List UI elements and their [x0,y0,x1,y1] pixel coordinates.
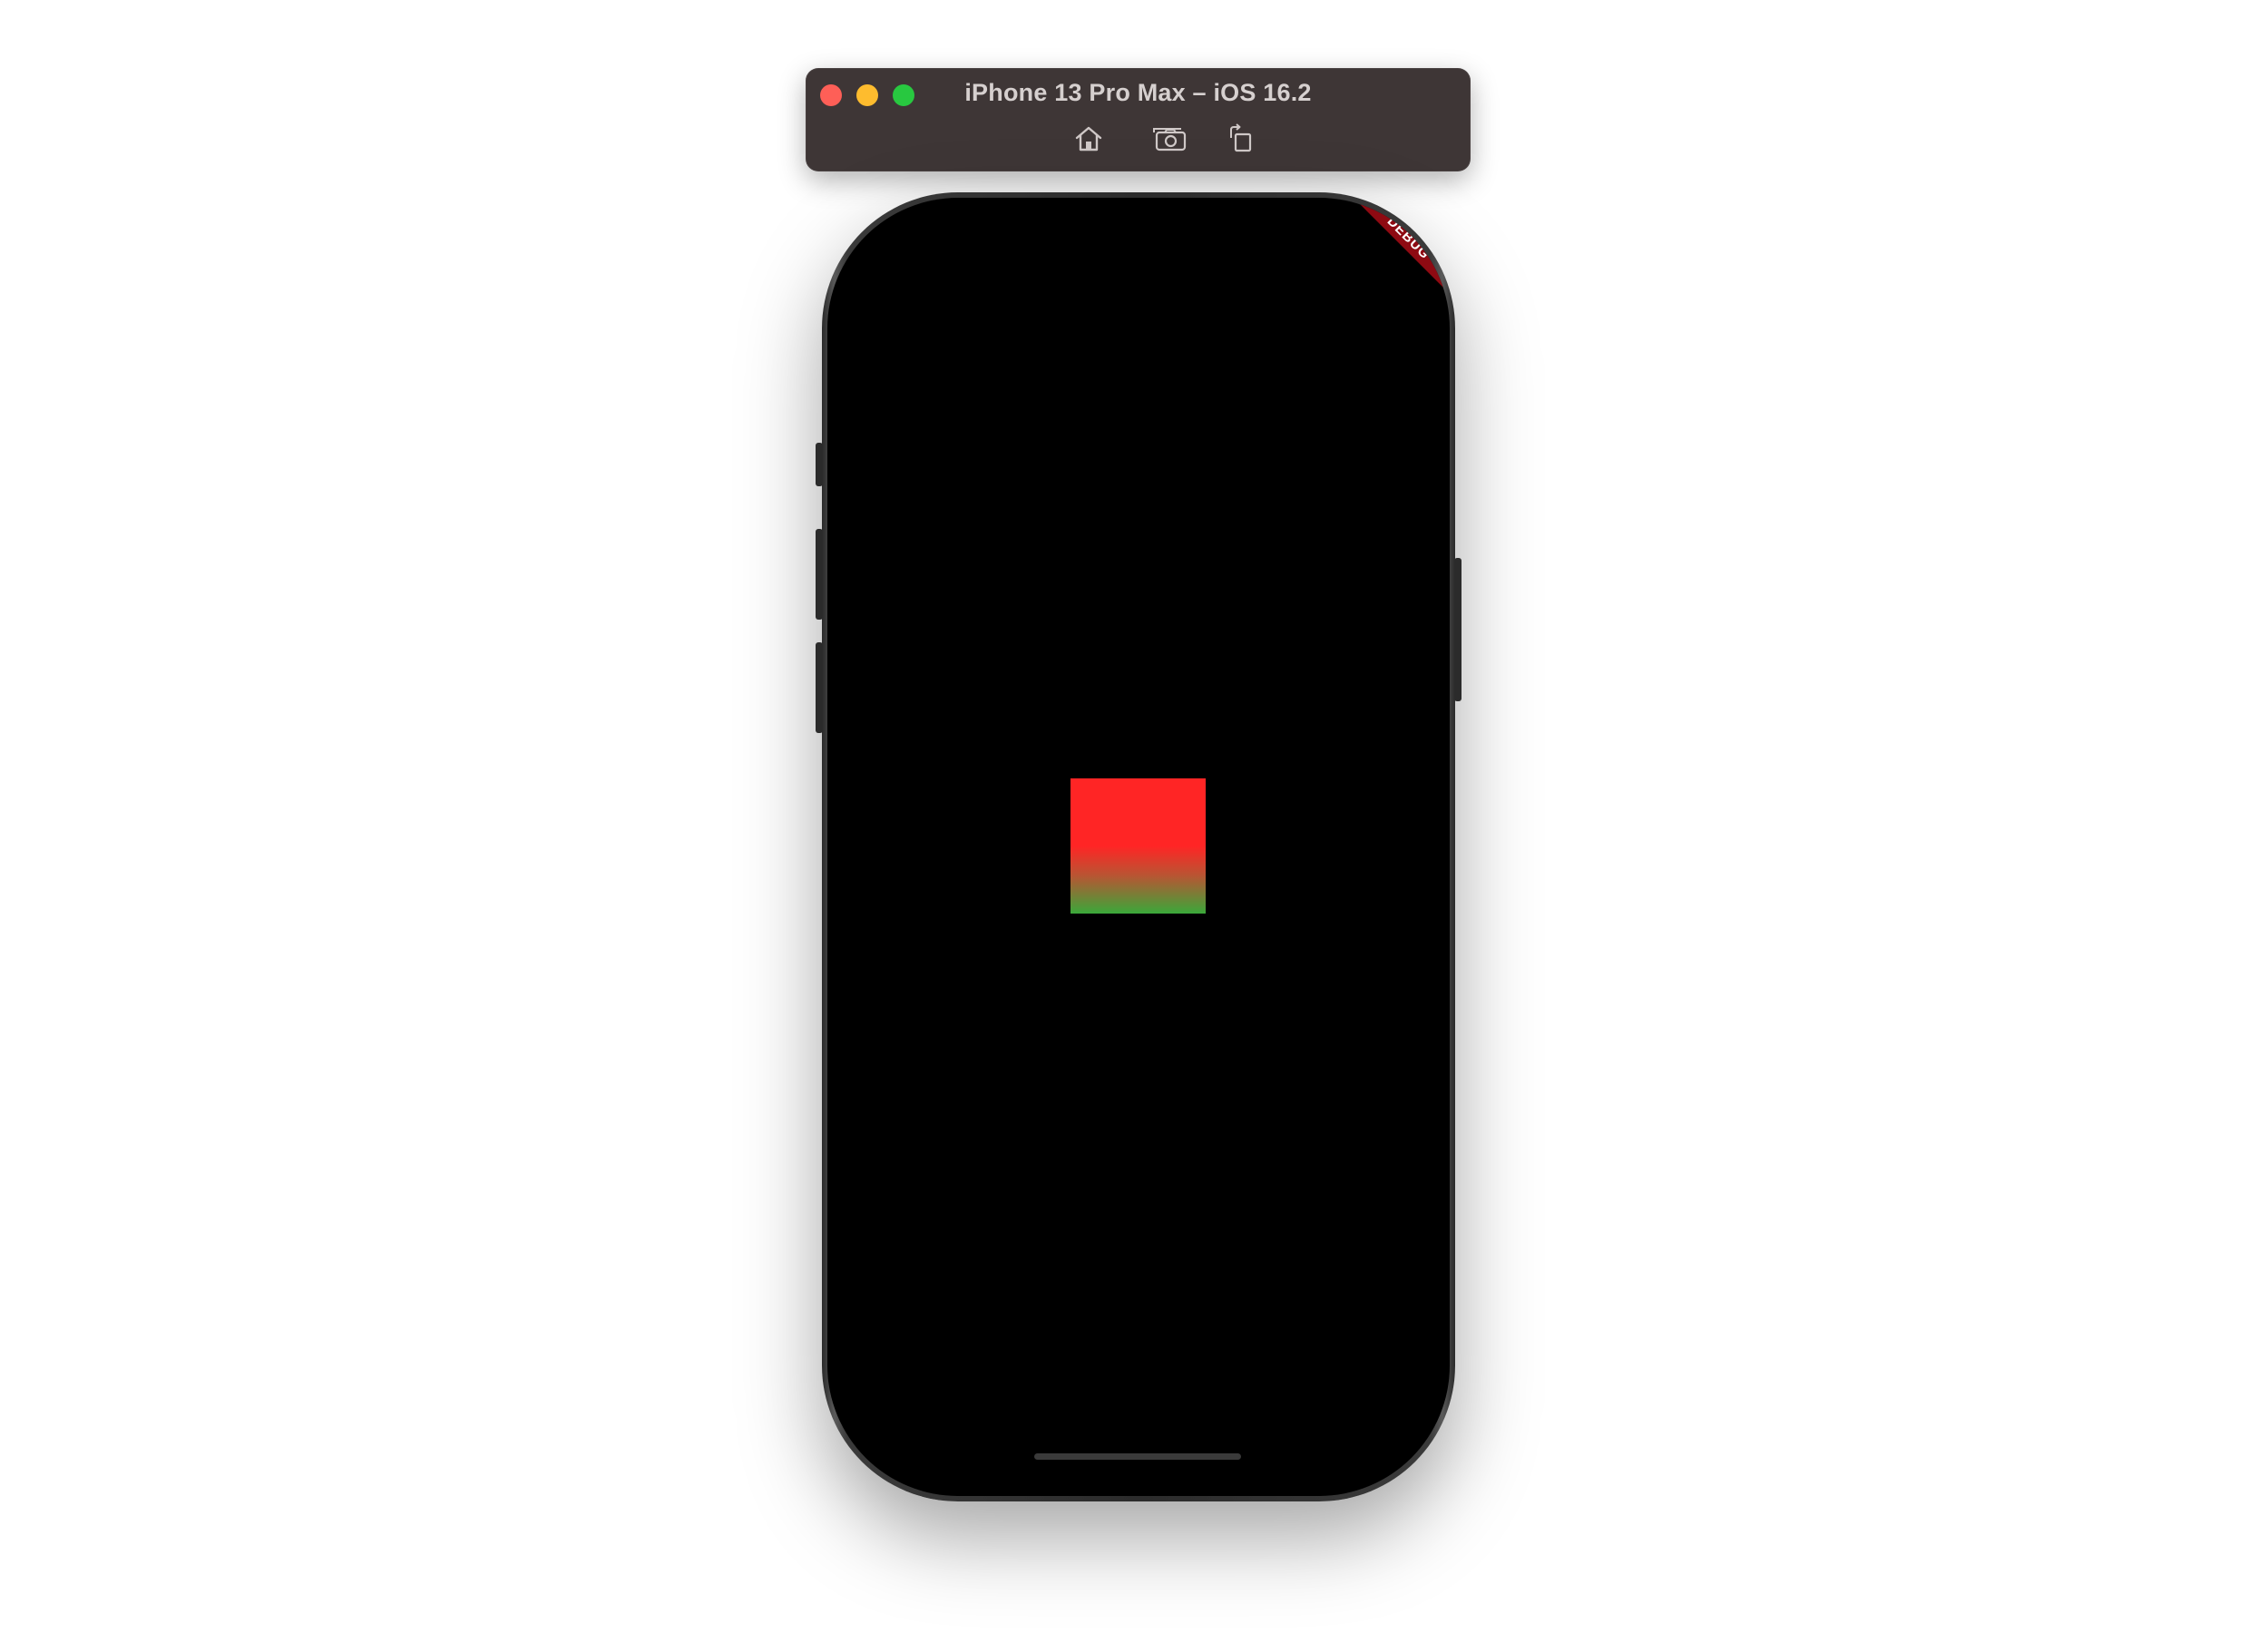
rotate-icon [1230,123,1252,152]
home-icon [1075,126,1102,152]
phone-screen[interactable]: DEBUG [827,198,1450,1496]
screenshot-button[interactable] [1149,121,1189,157]
rotate-button[interactable] [1221,121,1261,157]
simulator-titlebar[interactable]: iPhone 13 Pro Max – iOS 16.2 [806,68,1471,171]
window-title: iPhone 13 Pro Max – iOS 16.2 [964,79,1312,106]
power-button [1454,558,1461,701]
gradient-square [1070,778,1206,914]
debug-banner: DEBUG [1346,198,1450,300]
camera-icon [1153,128,1187,152]
home-button[interactable] [1069,121,1109,157]
desktop: iPhone 13 Pro Max – iOS 16.2 DEBUG [0,0,2268,1633]
home-indicator[interactable] [1034,1453,1241,1460]
debug-banner-label: DEBUG [1384,213,1433,262]
